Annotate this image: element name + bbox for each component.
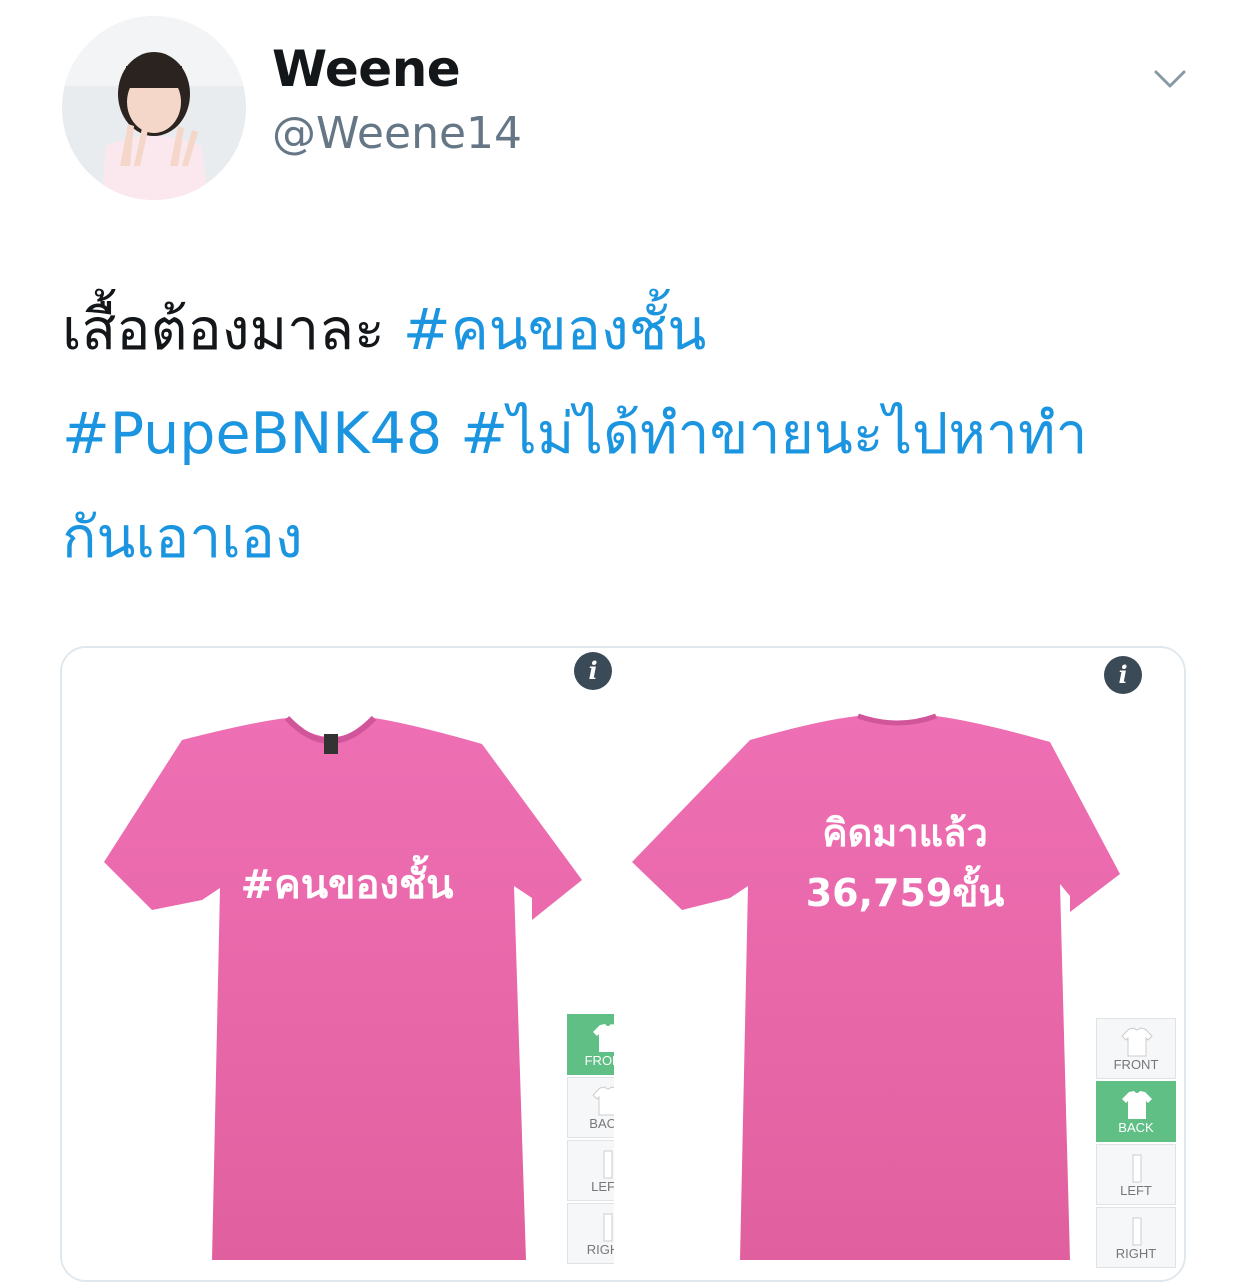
media-image-back[interactable]: คิดมาแล้ว 36,759ขั้น i FRONT BACK LEFT R… [630,648,1184,1280]
tshirt-front-image [104,715,582,1260]
tshirt-icon [1122,1091,1152,1119]
view-front-button[interactable]: FRONT [567,1014,614,1075]
media-grid: #คนของชั้น i FRONT BACK LEFT RIGHT [60,646,1186,1282]
tshirt-icon [593,1024,614,1052]
display-name[interactable]: Weene [272,40,461,98]
hashtag-link[interactable]: #PupeBNK48 [62,401,442,467]
view-back-label: BACK [1118,1120,1154,1135]
hashtag-link[interactable]: #คนของชั้น [403,297,707,363]
tshirt-side-icon [1132,1154,1142,1183]
tshirt-icon [592,1086,614,1116]
view-right-button[interactable]: RIGHT [567,1203,614,1264]
view-selector: FRONT BACK LEFT RIGHT [1096,1018,1176,1270]
avatar[interactable] [62,16,246,200]
tshirt-side-icon [603,1213,613,1242]
avatar-image [62,16,246,200]
view-front-label: FRONT [1113,1057,1159,1072]
view-front-button[interactable]: FRONT [1096,1018,1176,1079]
info-icon[interactable]: i [1104,656,1142,694]
view-back-button[interactable]: BACK [1096,1081,1176,1142]
chevron-down-icon[interactable] [1150,58,1190,98]
tweet-text: เสื้อต้องมาละ #คนของชั้น #PupeBNK48 #ไม่… [62,278,1212,590]
view-right-label: RIGHT [586,1242,614,1257]
tshirt-icon [1121,1027,1153,1057]
view-left-button[interactable]: LEFT [567,1140,614,1201]
view-right-label: RIGHT [1115,1246,1157,1261]
view-left-button[interactable]: LEFT [1096,1144,1176,1205]
view-back-label: BACK [589,1116,614,1131]
shirt-back-text-line2: 36,759ขั้น [805,871,1005,915]
tweet-plain-text: เสื้อต้องมาละ [62,297,403,363]
info-icon[interactable]: i [574,652,612,690]
tshirt-side-icon [1132,1217,1142,1246]
tshirt-side-icon [603,1150,613,1179]
view-left-label: LEFT [1120,1183,1152,1198]
view-selector: FRONT BACK LEFT RIGHT [567,1014,614,1266]
media-image-front[interactable]: #คนของชั้น i FRONT BACK LEFT RIGHT [62,648,614,1280]
user-handle[interactable]: @Weene14 [272,108,522,159]
view-back-button[interactable]: BACK [567,1077,614,1138]
shirt-back-text-line1: คิดมาแล้ว [822,811,988,855]
media-divider [614,648,630,1280]
view-right-button[interactable]: RIGHT [1096,1207,1176,1268]
view-front-label: FRONT [584,1053,614,1068]
view-left-label: LEFT [591,1179,614,1194]
shirt-front-text: #คนของชั้น [240,862,454,908]
